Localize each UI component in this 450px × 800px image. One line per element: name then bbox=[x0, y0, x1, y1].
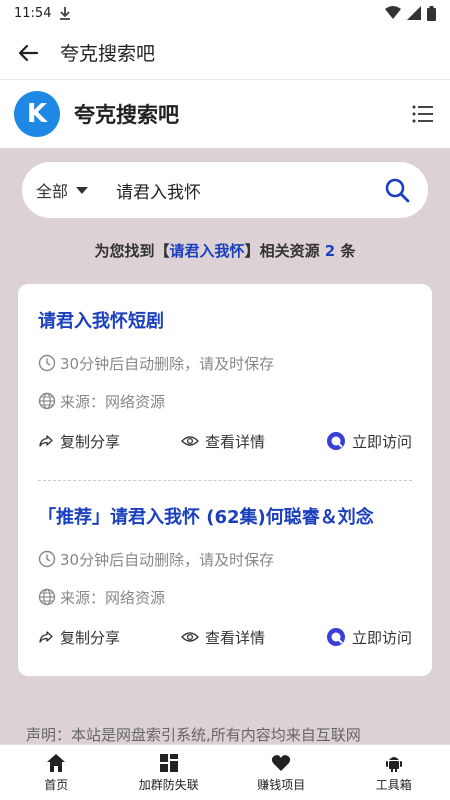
result-suffix: 条 bbox=[335, 242, 356, 260]
copy-share-button[interactable]: 复制分享 bbox=[38, 627, 120, 648]
site-name: 夸克搜索吧 bbox=[74, 103, 179, 127]
search-bar: 全部 bbox=[22, 162, 428, 218]
battery-icon bbox=[427, 5, 436, 21]
back-button[interactable] bbox=[14, 39, 42, 67]
menu-button[interactable] bbox=[410, 101, 436, 127]
result-middle: 】相关资源 bbox=[244, 242, 325, 260]
search-input[interactable] bbox=[106, 180, 380, 200]
eye-icon bbox=[181, 632, 199, 642]
home-icon bbox=[47, 753, 66, 772]
result-expire: 30分钟后自动删除，请及时保存 bbox=[38, 352, 412, 374]
search-button[interactable] bbox=[380, 173, 414, 207]
search-icon bbox=[385, 178, 410, 203]
view-detail-button[interactable]: 查看详情 bbox=[181, 431, 265, 452]
expire-text: 30分钟后自动删除，请及时保存 bbox=[60, 550, 275, 569]
view-detail-label: 查看详情 bbox=[204, 432, 265, 451]
list-menu-icon bbox=[412, 105, 433, 123]
scope-dropdown[interactable]: 全部 bbox=[36, 178, 106, 202]
download-icon bbox=[60, 7, 71, 20]
result-keyword: 请君入我怀 bbox=[169, 242, 245, 260]
result-count: 2 bbox=[324, 242, 336, 260]
result-source: 来源：网络资源 bbox=[38, 586, 412, 608]
tab-home[interactable]: 首页 bbox=[0, 745, 113, 800]
arrow-left-icon bbox=[18, 44, 39, 61]
site-logo[interactable]: K bbox=[14, 91, 60, 137]
visit-now-button[interactable]: 立即访问 bbox=[326, 431, 412, 452]
content-area: 全部 为您找到【请君入我怀】相关资源 2 条 请君入我怀短剧 30分钟后自动删除… bbox=[0, 148, 450, 744]
clock-icon bbox=[38, 550, 56, 568]
heart-icon bbox=[272, 754, 291, 771]
quark-icon bbox=[326, 628, 345, 646]
divider bbox=[38, 480, 412, 481]
result-item: 「推荐」请君入我怀 (62集)何聪睿＆刘念 30分钟后自动删除，请及时保存 来源… bbox=[38, 504, 412, 648]
signal-icon bbox=[407, 6, 421, 20]
app-title: 夸克搜索吧 bbox=[60, 43, 156, 65]
view-detail-label: 查看详情 bbox=[204, 628, 265, 647]
scope-label: 全部 bbox=[36, 182, 69, 201]
tab-earn-money[interactable]: 赚钱项目 bbox=[225, 745, 338, 800]
copy-share-label: 复制分享 bbox=[60, 628, 121, 647]
quark-icon bbox=[326, 432, 345, 450]
share-icon bbox=[39, 631, 53, 643]
eye-icon bbox=[181, 436, 199, 446]
clock-icon bbox=[38, 354, 56, 372]
globe-icon bbox=[38, 392, 56, 410]
result-title[interactable]: 「推荐」请君入我怀 (62集)何聪睿＆刘念 bbox=[38, 504, 412, 532]
caret-down-icon bbox=[76, 186, 89, 194]
result-item: 请君入我怀短剧 30分钟后自动删除，请及时保存 来源：网络资源 复制分享 查看详… bbox=[38, 308, 412, 452]
result-actions: 复制分享 查看详情 立即访问 bbox=[38, 430, 412, 452]
result-actions: 复制分享 查看详情 立即访问 bbox=[38, 626, 412, 648]
android-icon bbox=[385, 756, 402, 772]
result-expire: 30分钟后自动删除，请及时保存 bbox=[38, 548, 412, 570]
tab-label: 赚钱项目 bbox=[257, 777, 306, 792]
view-detail-button[interactable]: 查看详情 bbox=[181, 627, 265, 648]
bottom-tab-bar: 首页 加群防失联 赚钱项目 工具箱 bbox=[0, 744, 450, 800]
result-title[interactable]: 请君入我怀短剧 bbox=[38, 308, 412, 336]
share-icon bbox=[39, 435, 53, 447]
visit-now-label: 立即访问 bbox=[351, 628, 412, 647]
copy-share-button[interactable]: 复制分享 bbox=[38, 431, 120, 452]
result-prefix: 为您找到【 bbox=[94, 242, 170, 260]
expire-text: 30分钟后自动删除，请及时保存 bbox=[60, 354, 275, 373]
status-bar: 11:54 bbox=[0, 0, 450, 26]
globe-icon bbox=[38, 588, 56, 606]
result-source: 来源：网络资源 bbox=[38, 390, 412, 412]
tab-label: 加群防失联 bbox=[138, 777, 199, 792]
wifi-icon bbox=[385, 6, 401, 19]
tab-label: 工具箱 bbox=[375, 777, 412, 792]
tab-label: 首页 bbox=[44, 777, 69, 792]
result-summary: 为您找到【请君入我怀】相关资源 2 条 bbox=[0, 240, 450, 261]
results-card: 请君入我怀短剧 30分钟后自动删除，请及时保存 来源：网络资源 复制分享 查看详… bbox=[18, 284, 432, 676]
tab-toolbox[interactable]: 工具箱 bbox=[338, 745, 450, 800]
disclaimer: 声明：本站是网盘索引系统,所有内容均来自互联网 bbox=[26, 726, 361, 744]
app-bar: 夸克搜索吧 bbox=[0, 26, 450, 80]
tab-join-group[interactable]: 加群防失联 bbox=[113, 745, 226, 800]
grid-icon bbox=[159, 753, 178, 772]
status-time: 11:54 bbox=[14, 5, 52, 21]
source-text: 来源：网络资源 bbox=[60, 392, 166, 411]
copy-share-label: 复制分享 bbox=[60, 432, 121, 451]
visit-now-button[interactable]: 立即访问 bbox=[326, 627, 412, 648]
source-text: 来源：网络资源 bbox=[60, 588, 166, 607]
site-header: K 夸克搜索吧 bbox=[0, 80, 450, 148]
visit-now-label: 立即访问 bbox=[351, 432, 412, 451]
